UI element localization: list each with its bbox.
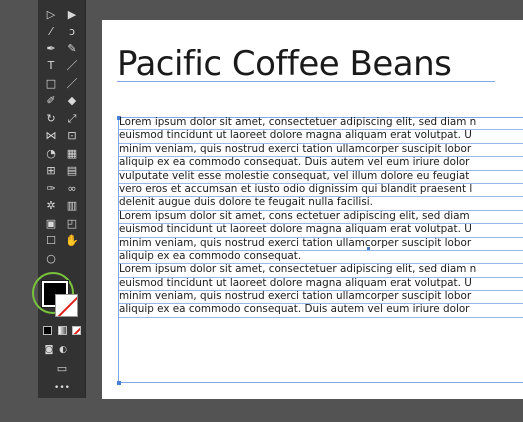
selection-tool-icon[interactable]: ▷ [43, 7, 59, 21]
blend-tool-icon[interactable]: ∞ [64, 181, 80, 195]
text-line[interactable]: Lorem ipsum dolor sit amet, consectetuer… [119, 117, 523, 131]
text-line-content: vero eros et accumsan et iusto odio dign… [119, 183, 473, 195]
curvature-tool-icon[interactable]: ✎ [64, 41, 80, 55]
mesh-tool-icon[interactable]: ⊞ [43, 163, 59, 177]
body-text[interactable]: Lorem ipsum dolor sit amet, consectetuer… [119, 117, 523, 318]
paintbrush-tool-icon[interactable]: ／ [64, 76, 80, 90]
gradient-swatch-icon[interactable] [58, 326, 67, 335]
hand-tool-icon[interactable]: ☐ [43, 233, 59, 247]
change-screen-mode-icon[interactable]: ▭ [54, 361, 70, 375]
symbol-sprayer-tool-icon[interactable]: ✲ [43, 198, 59, 212]
text-line-content: Lorem ipsum dolor sit amet, consectetuer… [119, 117, 477, 128]
rectangle-tool-icon[interactable]: □ [43, 76, 59, 90]
gradient-tool-icon[interactable]: ▤ [64, 163, 80, 177]
rotate-tool-icon[interactable]: ↻ [43, 111, 59, 125]
text-line-content: aliquip ex ea commodo consequat. [119, 250, 302, 262]
text-line-content: aliquip ex ea commodo consequat. Duis au… [119, 304, 470, 316]
stroke-color-swatch[interactable] [55, 294, 78, 317]
shaper-tool-icon[interactable]: ✐ [43, 93, 59, 107]
width-tool-icon[interactable]: ⋈ [43, 128, 59, 142]
text-line[interactable]: aliquip ex ea commodo consequat. [119, 250, 523, 265]
text-line-content: vulputate velit esse molestie consequat,… [119, 170, 470, 182]
shape-builder-tool-icon[interactable]: ◔ [43, 146, 59, 160]
text-line[interactable]: vero eros et accumsan et iusto odio dign… [119, 183, 523, 198]
text-line[interactable]: Lorem ipsum dolor sit amet, consectetuer… [119, 264, 523, 278]
document-heading[interactable]: Pacific Coffee Beans [117, 44, 452, 84]
free-transform-tool-icon[interactable]: ⊡ [64, 128, 80, 142]
text-line-content: minim veniam, quis nostrud exerci tation… [119, 237, 472, 249]
scale-tool-icon[interactable]: ⤢ [64, 111, 80, 125]
text-line-content: aliquip ex ea commodo consequat. Duis au… [119, 157, 470, 169]
text-line[interactable]: euismod tincidunt ut laoreet dolore magn… [119, 277, 523, 292]
text-line-content: minim veniam, quis nostrud exerci tation… [119, 143, 472, 155]
eraser-tool-icon[interactable]: ◆ [64, 93, 80, 107]
magic-wand-tool-icon[interactable]: ⁄ [43, 24, 59, 38]
default-colors-icon[interactable] [43, 326, 52, 335]
text-line[interactable]: minim veniam, quis nostrud exerci tation… [119, 143, 523, 158]
text-line[interactable]: aliquip ex ea commodo consequat. Duis au… [119, 157, 523, 171]
text-line-content: Lorem ipsum dolor sit amet, consectetuer… [119, 264, 477, 276]
text-line-content: euismod tincidunt ut laoreet dolore magn… [119, 277, 472, 289]
text-line-content: Lorem ipsum dolor sit amet, cons ectetue… [119, 210, 470, 222]
zoom-tool-icon[interactable]: ○ [43, 251, 59, 265]
edit-toolbar-button[interactable]: ••• [54, 381, 70, 395]
hand-grab-tool-icon[interactable]: ✋ [64, 233, 80, 247]
text-line[interactable]: minim veniam, quis nostrud exerci tation… [119, 291, 523, 305]
line-segment-tool-icon[interactable]: ／ [64, 58, 80, 72]
text-frame-handle[interactable] [117, 381, 121, 385]
screen-mode-icon[interactable]: ◐ [55, 343, 71, 357]
column-graph-tool-icon[interactable]: ▥ [64, 198, 80, 212]
text-line[interactable]: Lorem ipsum dolor sit amet, cons ectetue… [119, 210, 523, 225]
text-line-content: euismod tincidunt ut laoreet dolore magn… [119, 130, 472, 142]
lasso-tool-icon[interactable]: ↄ [64, 24, 80, 38]
slice-tool-icon[interactable]: ◰ [64, 216, 80, 230]
text-line-content: minim veniam, quis nostrud exerci tation… [119, 291, 472, 303]
pen-tool-icon[interactable]: ✒ [43, 41, 59, 55]
text-line[interactable]: euismod tincidunt ut laoreet dolore magn… [119, 130, 523, 144]
none-swatch-icon[interactable] [72, 326, 81, 335]
text-line[interactable]: vulputate velit esse molestie consequat,… [119, 171, 523, 184]
type-tool-icon[interactable]: T [43, 58, 59, 72]
heading-baseline [117, 81, 495, 82]
text-line[interactable]: delenit augue duis dolore te feugait nul… [119, 197, 523, 211]
text-line-content: euismod tincidunt ut laoreet dolore magn… [119, 224, 472, 236]
perspective-grid-tool-icon[interactable]: ▦ [64, 146, 80, 160]
artboard-tool-icon[interactable]: ▣ [43, 216, 59, 230]
eyedropper-tool-icon[interactable]: ✑ [43, 181, 59, 195]
direct-selection-tool-icon[interactable]: ▶ [64, 7, 80, 21]
canvas-background [0, 399, 523, 422]
text-line-content: delenit augue duis dolore te feugait nul… [119, 197, 373, 209]
text-line[interactable]: euismod tincidunt ut laoreet dolore magn… [119, 224, 523, 238]
text-line[interactable]: minim veniam, quis nostrud exerci tation… [119, 238, 523, 251]
text-line[interactable]: aliquip ex ea commodo consequat. Duis au… [119, 304, 523, 318]
